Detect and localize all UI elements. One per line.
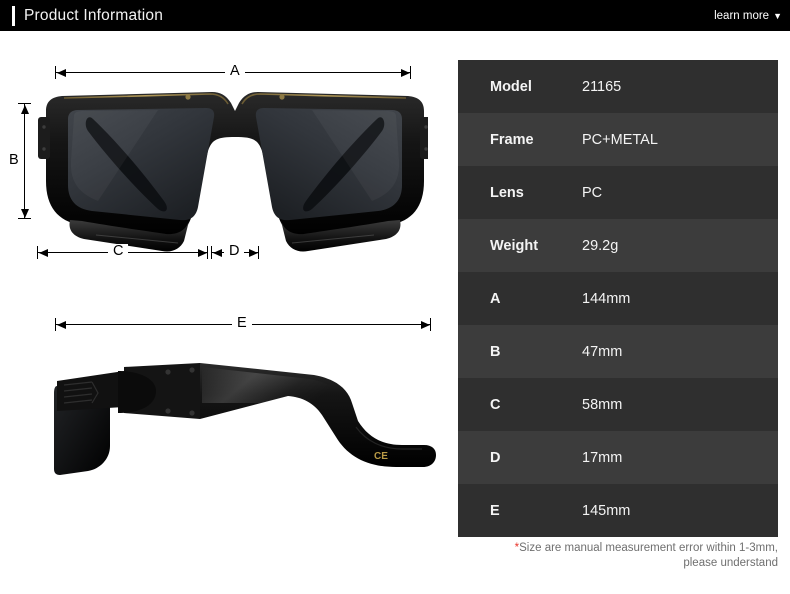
note-line-1: Size are manual measurement error within…: [519, 542, 778, 554]
spec-value: 47mm: [582, 343, 623, 360]
ce-marking-label: CE: [374, 451, 388, 462]
table-row: A 144mm: [458, 272, 778, 325]
spec-value: PC: [582, 184, 603, 201]
dimension-label-b: B: [4, 153, 24, 168]
specification-table: Model 21165 Frame PC+METAL Lens PC Weigh…: [458, 60, 778, 537]
note-line-2: please understand: [683, 557, 778, 569]
spec-key: Frame: [490, 131, 534, 148]
spec-key: B: [490, 343, 501, 360]
learn-more-label: learn more: [714, 10, 770, 22]
page-title: Product Information: [24, 7, 164, 24]
dimension-label-e: E: [232, 316, 252, 331]
dimension-label-d: D: [224, 244, 245, 259]
header-bar: Product Information learn more ▼: [0, 0, 790, 31]
spec-key: Model: [490, 78, 532, 95]
spec-value: 17mm: [582, 449, 623, 466]
spec-key: A: [490, 290, 501, 307]
chevron-down-icon: ▼: [773, 11, 782, 21]
learn-more-button[interactable]: learn more ▼: [714, 8, 782, 24]
spec-value: 58mm: [582, 396, 623, 413]
table-row: B 47mm: [458, 325, 778, 378]
spec-value: PC+METAL: [582, 131, 658, 148]
sunglasses-front-view: [38, 92, 428, 252]
table-row: Lens PC: [458, 166, 778, 219]
spec-value: 21165: [582, 78, 622, 95]
spec-key: C: [490, 396, 501, 413]
specification-table-body: Model 21165 Frame PC+METAL Lens PC Weigh…: [458, 60, 778, 537]
table-row: E 145mm: [458, 484, 778, 537]
table-row: Model 21165: [458, 60, 778, 113]
spec-value: 29.2g: [582, 237, 619, 254]
header-accent-bar: [12, 6, 15, 26]
sunglasses-side-view: CE: [54, 363, 436, 475]
spec-key: Weight: [490, 237, 539, 254]
spec-value: 144mm: [582, 290, 631, 307]
dimension-label-c: C: [108, 244, 129, 259]
table-row: C 58mm: [458, 378, 778, 431]
table-row: Weight 29.2g: [458, 219, 778, 272]
measurement-note: *Size are manual measurement error withi…: [458, 541, 778, 571]
table-row: D 17mm: [458, 431, 778, 484]
table-row: Frame PC+METAL: [458, 113, 778, 166]
illustration-pane: A B C D E CE: [0, 31, 455, 594]
spec-value: 145mm: [582, 502, 631, 519]
spec-key: Lens: [490, 184, 524, 201]
dimension-label-a: A: [225, 64, 245, 79]
spec-key: E: [490, 502, 500, 519]
spec-key: D: [490, 449, 501, 466]
